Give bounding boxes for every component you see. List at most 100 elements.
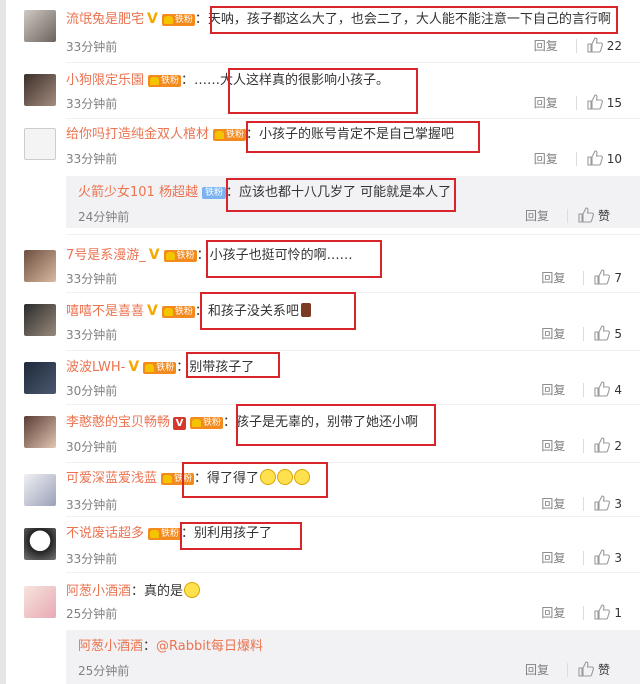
thumbs-up-icon[interactable]: [578, 661, 594, 680]
fan-badge: 铁粉: [161, 14, 195, 26]
comment-item: 李憨憨的宝贝畅畅 V 铁粉 ：孩子是无辜的，别带了她还小啊 30分钟前 回复 2: [0, 404, 640, 460]
comment-time: 33分钟前: [66, 97, 118, 111]
verified-v-icon: V: [173, 417, 187, 430]
sub-reply: 火箭少女101 杨超越 铁粉 ：应该也都十八几岁了 可能就是本人了 24分钟前 回复…: [66, 176, 640, 228]
divider: [566, 663, 568, 677]
thumbs-up-icon[interactable]: [594, 604, 611, 623]
thumbs-up-icon[interactable]: [594, 437, 611, 456]
comment-time: 33分钟前: [66, 40, 118, 54]
divider: [575, 152, 577, 166]
fan-badge: 铁粉: [201, 187, 226, 199]
colon: ：: [194, 12, 208, 27]
like-count: 10: [606, 152, 622, 166]
thumbs-up-icon[interactable]: [594, 325, 611, 344]
comment-time: 24分钟前: [78, 210, 130, 224]
avatar[interactable]: [24, 586, 56, 618]
username-link[interactable]: 波波LWH-: [66, 360, 125, 375]
avatar[interactable]: [24, 528, 56, 560]
reply-button[interactable]: 回复: [525, 663, 549, 677]
thumbs-up-icon[interactable]: [594, 549, 611, 568]
avatar[interactable]: [24, 74, 56, 106]
laugh-emoji-icon: [184, 582, 201, 598]
colon: ：: [131, 584, 145, 599]
avatar[interactable]: [24, 250, 56, 282]
thumbs-up-icon[interactable]: [587, 37, 603, 56]
reply-button[interactable]: 回复: [541, 383, 565, 397]
fan-badge: 铁粉: [143, 362, 177, 374]
like-count: 5: [614, 327, 622, 341]
comment-item: 波波LWH- V 铁粉 ：别带孩子了 30分钟前 回复 4: [0, 350, 640, 402]
divider: [566, 209, 568, 223]
comment-time: 30分钟前: [66, 440, 118, 454]
sub-reply: 阿葱小酒酒：@Rabbit每日爆料 25分钟前 回复 赞: [66, 630, 640, 684]
reply-button[interactable]: 回复: [541, 497, 565, 511]
divider: [575, 39, 577, 53]
reply-button[interactable]: 回复: [541, 606, 565, 620]
fan-badge: 铁粉: [148, 75, 182, 87]
highlight-box: [246, 121, 480, 153]
avatar[interactable]: [24, 10, 56, 42]
thumbs-up-icon[interactable]: [594, 269, 611, 288]
thumbs-up-icon[interactable]: [594, 381, 611, 400]
thumbs-up-icon[interactable]: [587, 94, 603, 113]
highlight-box: [182, 462, 328, 498]
comment-item: 7号是系漫游_ V 铁粉 ：小孩子也挺可怜的啊…… 33分钟前 回复 7: [0, 234, 640, 290]
reply-button[interactable]: 回复: [534, 39, 558, 53]
fan-badge: 铁粉: [213, 129, 247, 141]
thumbs-up-icon[interactable]: [594, 495, 611, 514]
username-link[interactable]: 小狗限定乐園: [66, 73, 144, 88]
comment-text: 真的是: [144, 584, 184, 599]
avatar[interactable]: [24, 416, 56, 448]
reply-button[interactable]: 回复: [534, 152, 558, 166]
username-link[interactable]: 7号是系漫游_: [66, 248, 146, 263]
username-link[interactable]: 给你吗打造纯金双人棺材: [66, 127, 209, 142]
verified-v-icon: V: [148, 247, 160, 263]
divider: [583, 271, 585, 285]
reply-button[interactable]: 回复: [541, 327, 565, 341]
comment-item: 流氓兔是肥宅 V 铁粉 ：天呐，孩子都这么大了，也会二了，大人能不能注意一下自己的言行…: [0, 0, 640, 60]
comment-time: 33分钟前: [66, 152, 118, 166]
reply-button[interactable]: 回复: [525, 209, 549, 223]
reply-button[interactable]: 回复: [541, 439, 565, 453]
username-link[interactable]: 火箭少女101 杨超越: [78, 185, 198, 200]
username-link[interactable]: 阿葱小酒酒: [78, 639, 143, 654]
colon: ：: [181, 73, 195, 88]
username-link[interactable]: 李憨憨的宝贝畅畅: [66, 415, 170, 430]
comment-time: 33分钟前: [66, 328, 118, 342]
username-link[interactable]: 流氓兔是肥宅: [66, 12, 144, 27]
verified-v-icon: V: [147, 11, 158, 27]
avatar[interactable]: [24, 362, 56, 394]
avatar[interactable]: [24, 128, 56, 160]
fan-badge: 铁粉: [190, 417, 224, 429]
avatar[interactable]: [24, 474, 56, 506]
reply-button[interactable]: 回复: [541, 551, 565, 565]
username-link[interactable]: 阿葱小酒酒: [66, 584, 131, 599]
fan-badge: 铁粉: [163, 250, 197, 262]
like-count: 2: [614, 439, 622, 453]
thumbs-up-icon[interactable]: [587, 150, 603, 169]
thumbs-up-icon[interactable]: [578, 207, 594, 226]
like-count: 15: [606, 96, 622, 110]
highlight-box: [186, 352, 280, 378]
colon: ：: [143, 639, 157, 654]
username-link[interactable]: 嘻嘻不是喜喜: [66, 304, 144, 319]
highlight-box: [210, 6, 618, 34]
reply-button[interactable]: 回复: [541, 271, 565, 285]
username-link[interactable]: 可爱深蓝爱浅蓝: [66, 471, 157, 486]
reply-button[interactable]: 回复: [534, 96, 558, 110]
divider: [583, 383, 585, 397]
like-count: 3: [614, 551, 622, 565]
highlight-box: [200, 292, 356, 330]
divider: [575, 96, 577, 110]
comment-time: 33分钟前: [66, 272, 118, 286]
comment-time: 33分钟前: [66, 498, 118, 512]
like-label: 赞: [597, 663, 610, 677]
highlight-box: [236, 404, 436, 446]
mention-link[interactable]: @Rabbit每日爆料: [156, 639, 263, 654]
username-link[interactable]: 不说废话超多: [66, 526, 144, 541]
like-count: 3: [614, 497, 622, 511]
comment-item: 阿葱小酒酒：真的是 25分钟前 回复 1: [0, 572, 640, 628]
divider: [583, 606, 585, 620]
like-count: 7: [614, 271, 622, 285]
avatar[interactable]: [24, 304, 56, 336]
